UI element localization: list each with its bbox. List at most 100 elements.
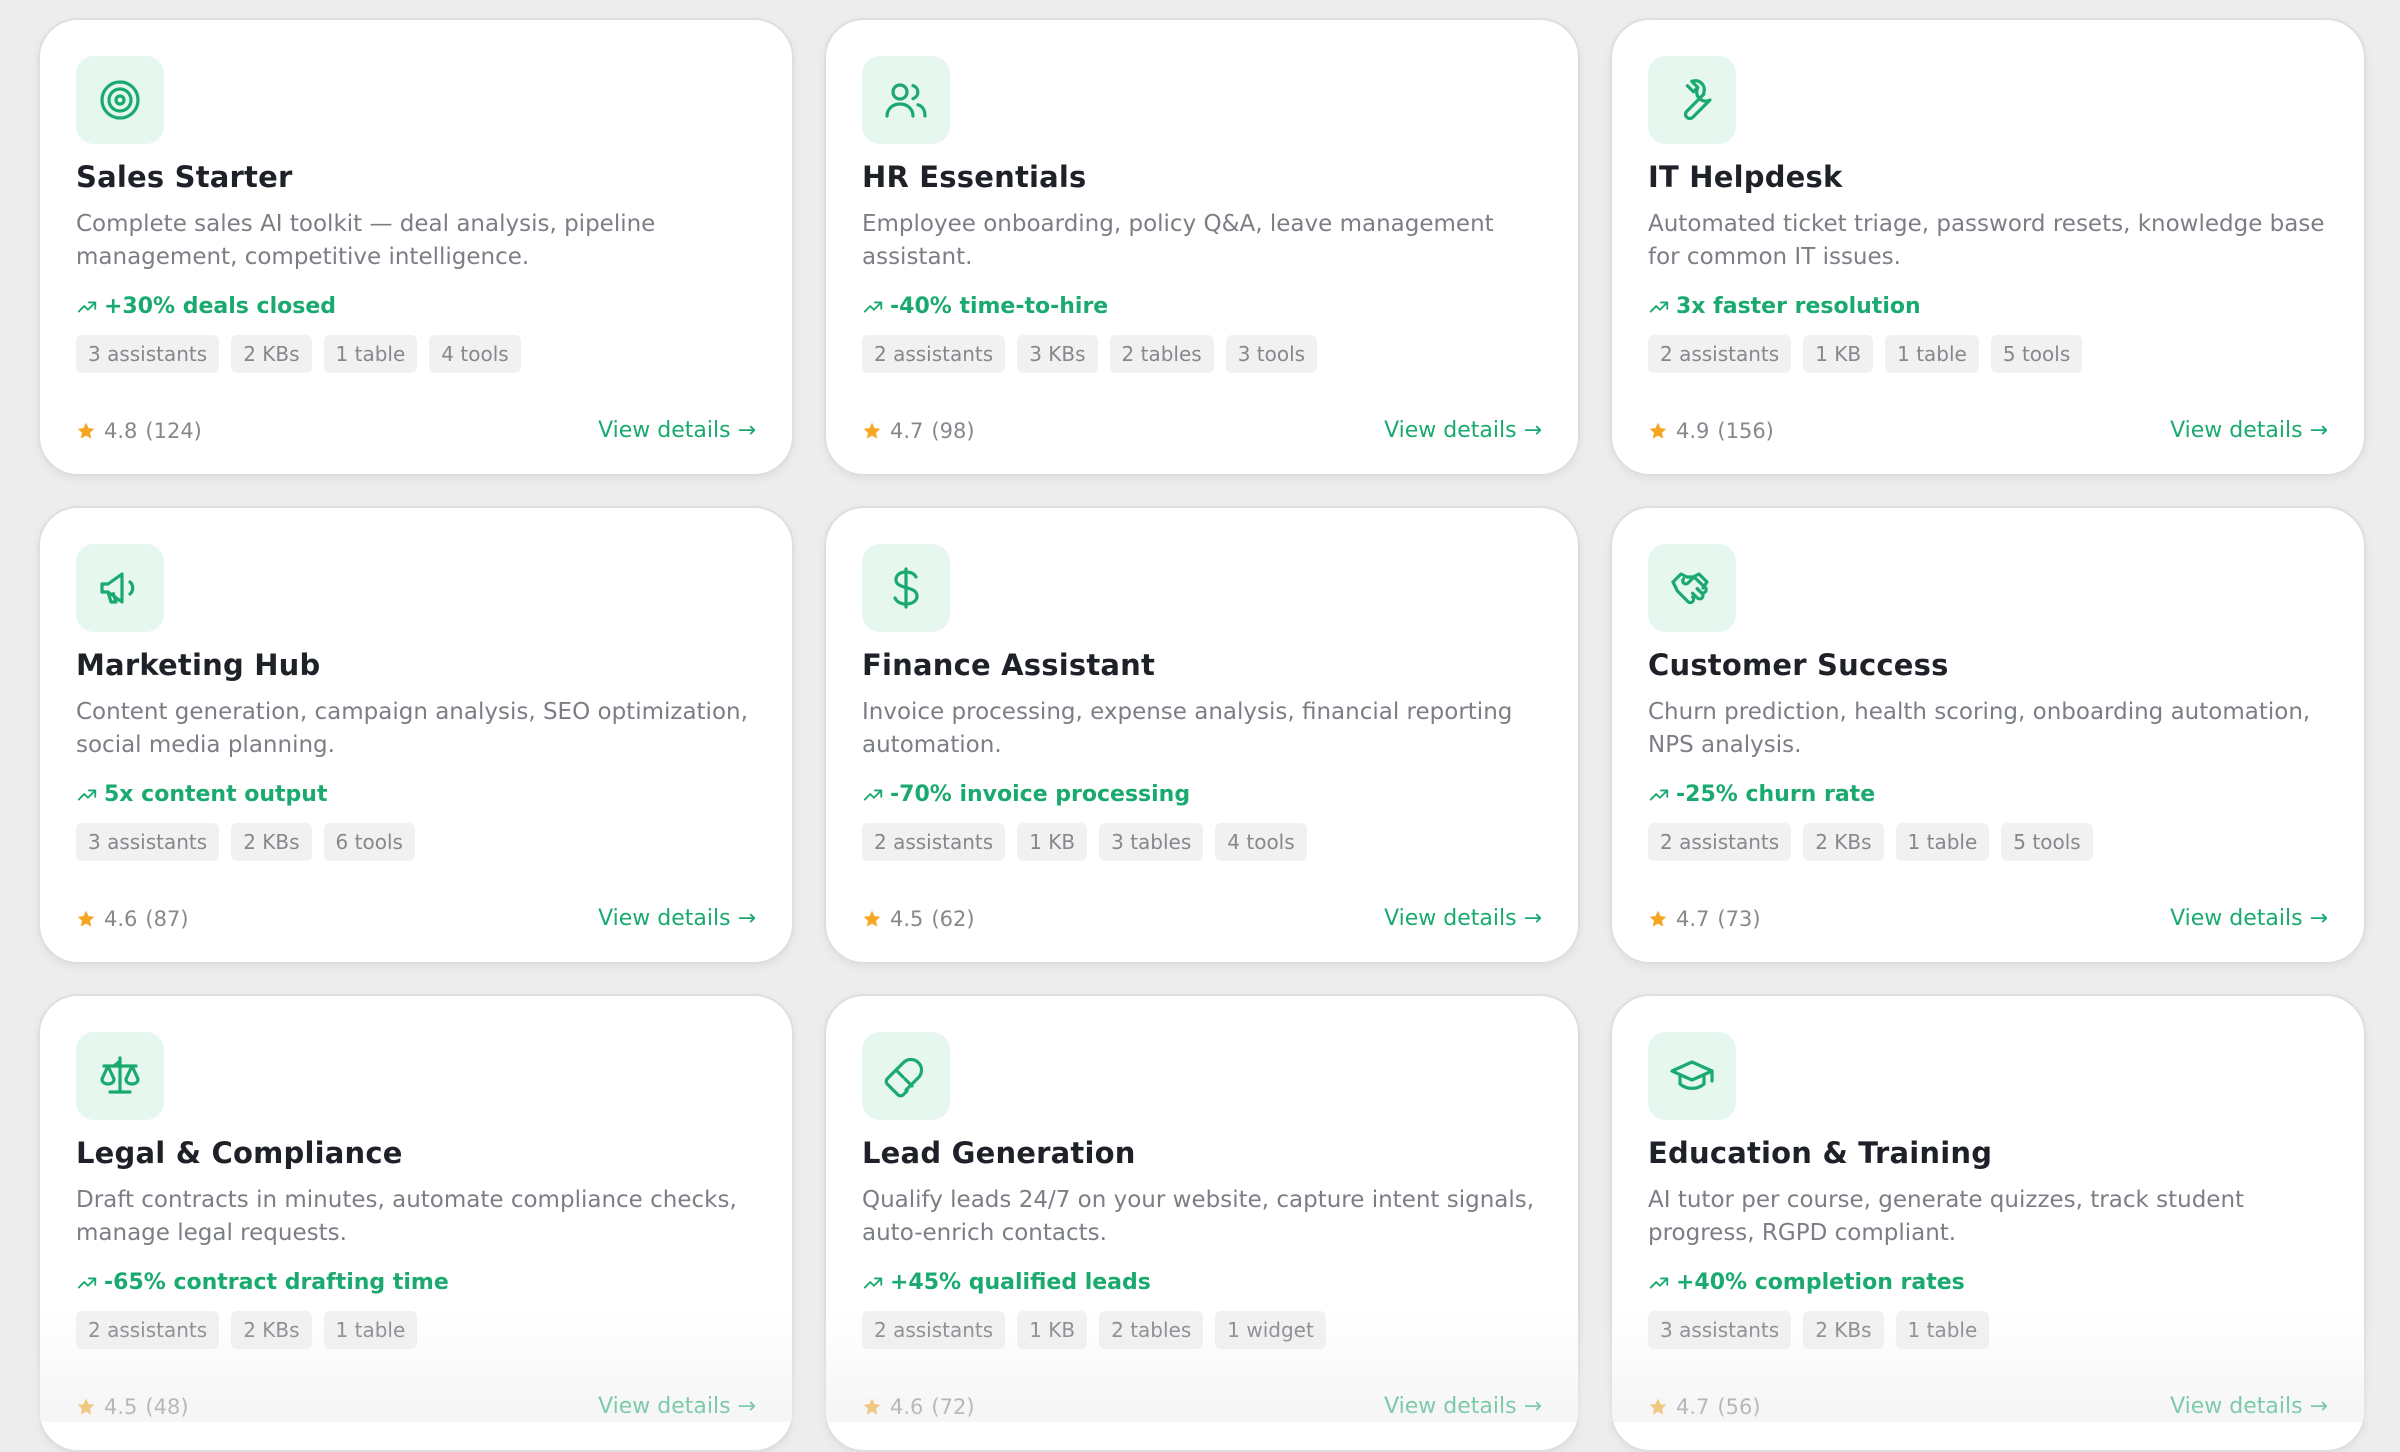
card-metric: +45% qualified leads (862, 1270, 1542, 1295)
resource-tag: 1 KB (1803, 335, 1873, 373)
rating-value: 4.7 (1676, 907, 1709, 931)
template-card-hr-essentials[interactable]: HR Essentials Employee onboarding, polic… (824, 18, 1580, 476)
template-card-finance-assistant[interactable]: Finance Assistant Invoice processing, ex… (824, 506, 1580, 964)
card-rating: 4.6 (87) (76, 907, 189, 931)
star-icon (1648, 421, 1668, 441)
card-title: Marketing Hub (76, 648, 756, 682)
template-card-it-helpdesk[interactable]: IT Helpdesk Automated ticket triage, pas… (1610, 18, 2366, 476)
card-description: Draft contracts in minutes, automate com… (76, 1184, 756, 1250)
card-metric: +30% deals closed (76, 294, 756, 319)
magnet-icon (882, 1052, 930, 1100)
card-footer: 4.8 (124) View details → (76, 418, 756, 443)
card-rating: 4.7 (56) (1648, 1395, 1761, 1419)
view-details-link[interactable]: View details → (598, 1394, 756, 1419)
card-tags: 2 assistants1 KB2 tables1 widget (862, 1311, 1542, 1349)
card-tags: 2 assistants2 KBs1 table5 tools (1648, 823, 2328, 861)
card-rating: 4.5 (62) (862, 907, 975, 931)
resource-tag: 3 assistants (76, 335, 219, 373)
view-details-link[interactable]: View details → (598, 418, 756, 443)
resource-tag: 1 table (324, 1311, 418, 1349)
graduation-cap-icon-box (1648, 1032, 1736, 1120)
resource-tag: 6 tools (324, 823, 415, 861)
view-details-link[interactable]: View details → (2170, 418, 2328, 443)
resource-tag: 3 assistants (76, 823, 219, 861)
view-details-link[interactable]: View details → (2170, 906, 2328, 931)
template-card-sales-starter[interactable]: Sales Starter Complete sales AI toolkit … (38, 18, 794, 476)
resource-tag: 1 table (1896, 1311, 1990, 1349)
card-footer: 4.7 (98) View details → (862, 418, 1542, 443)
rating-count: (62) (931, 907, 974, 931)
template-card-legal-compliance[interactable]: Legal & Compliance Draft contracts in mi… (38, 994, 794, 1452)
resource-tag: 5 tools (1991, 335, 2082, 373)
card-metric: -70% invoice processing (862, 782, 1542, 807)
template-card-education-training[interactable]: Education & Training AI tutor per course… (1610, 994, 2366, 1452)
template-card-lead-generation[interactable]: Lead Generation Qualify leads 24/7 on yo… (824, 994, 1580, 1452)
resource-tag: 1 widget (1215, 1311, 1326, 1349)
rating-value: 4.5 (104, 1395, 137, 1419)
rating-count: (72) (931, 1395, 974, 1419)
resource-tag: 1 KB (1017, 1311, 1087, 1349)
view-details-link[interactable]: View details → (1384, 1394, 1542, 1419)
view-details-link[interactable]: View details → (598, 906, 756, 931)
card-metric: -65% contract drafting time (76, 1270, 756, 1295)
resource-tag: 2 assistants (1648, 823, 1791, 861)
megaphone-icon (96, 564, 144, 612)
resource-tag: 2 KBs (1803, 1311, 1883, 1349)
card-metric-text: -70% invoice processing (890, 782, 1190, 807)
star-icon (862, 1397, 882, 1417)
resource-tag: 2 assistants (76, 1311, 219, 1349)
card-title: IT Helpdesk (1648, 160, 2328, 194)
card-metric-text: +30% deals closed (104, 294, 336, 319)
resource-tag: 2 tables (1110, 335, 1214, 373)
trending-up-icon (1648, 296, 1670, 318)
star-icon (1648, 909, 1668, 929)
rating-count: (56) (1717, 1395, 1760, 1419)
card-rating: 4.9 (156) (1648, 419, 1774, 443)
star-icon (862, 421, 882, 441)
resource-tag: 2 assistants (1648, 335, 1791, 373)
card-metric-text: -40% time-to-hire (890, 294, 1108, 319)
card-metric-text: 5x content output (104, 782, 327, 807)
card-metric-text: -25% churn rate (1676, 782, 1875, 807)
handshake-icon-box (1648, 544, 1736, 632)
scale-icon-box (76, 1032, 164, 1120)
resource-tag: 2 KBs (231, 335, 311, 373)
resource-tag: 3 tables (1099, 823, 1203, 861)
trending-up-icon (862, 784, 884, 806)
star-icon (76, 421, 96, 441)
rating-value: 4.8 (104, 419, 137, 443)
card-metric: +40% completion rates (1648, 1270, 2328, 1295)
resource-tag: 2 assistants (862, 823, 1005, 861)
card-metric: 5x content output (76, 782, 756, 807)
card-description: Complete sales AI toolkit — deal analysi… (76, 208, 756, 274)
template-card-customer-success[interactable]: Customer Success Churn prediction, healt… (1610, 506, 2366, 964)
template-card-marketing-hub[interactable]: Marketing Hub Content generation, campai… (38, 506, 794, 964)
view-details-link[interactable]: View details → (1384, 418, 1542, 443)
target-icon (96, 76, 144, 124)
card-title: Education & Training (1648, 1136, 2328, 1170)
view-details-link[interactable]: View details → (2170, 1394, 2328, 1419)
card-metric-text: +45% qualified leads (890, 1270, 1151, 1295)
view-details-link[interactable]: View details → (1384, 906, 1542, 931)
dollar-icon-box (862, 544, 950, 632)
card-title: HR Essentials (862, 160, 1542, 194)
graduation-cap-icon (1668, 1052, 1716, 1100)
template-grid: Sales Starter Complete sales AI toolkit … (38, 18, 2366, 1452)
resource-tag: 3 KBs (1017, 335, 1097, 373)
card-metric: -40% time-to-hire (862, 294, 1542, 319)
trending-up-icon (862, 296, 884, 318)
users-icon (882, 76, 930, 124)
rating-value: 4.7 (890, 419, 923, 443)
card-footer: 4.5 (62) View details → (862, 906, 1542, 931)
resource-tag: 2 assistants (862, 1311, 1005, 1349)
resource-tag: 1 KB (1017, 823, 1087, 861)
rating-value: 4.9 (1676, 419, 1709, 443)
resource-tag: 5 tools (2001, 823, 2092, 861)
resource-tag: 1 table (1885, 335, 1979, 373)
resource-tag: 2 KBs (231, 823, 311, 861)
card-footer: 4.7 (56) View details → (1648, 1394, 2328, 1419)
card-metric-text: -65% contract drafting time (104, 1270, 449, 1295)
resource-tag: 3 assistants (1648, 1311, 1791, 1349)
star-icon (1648, 1397, 1668, 1417)
scale-icon (96, 1052, 144, 1100)
